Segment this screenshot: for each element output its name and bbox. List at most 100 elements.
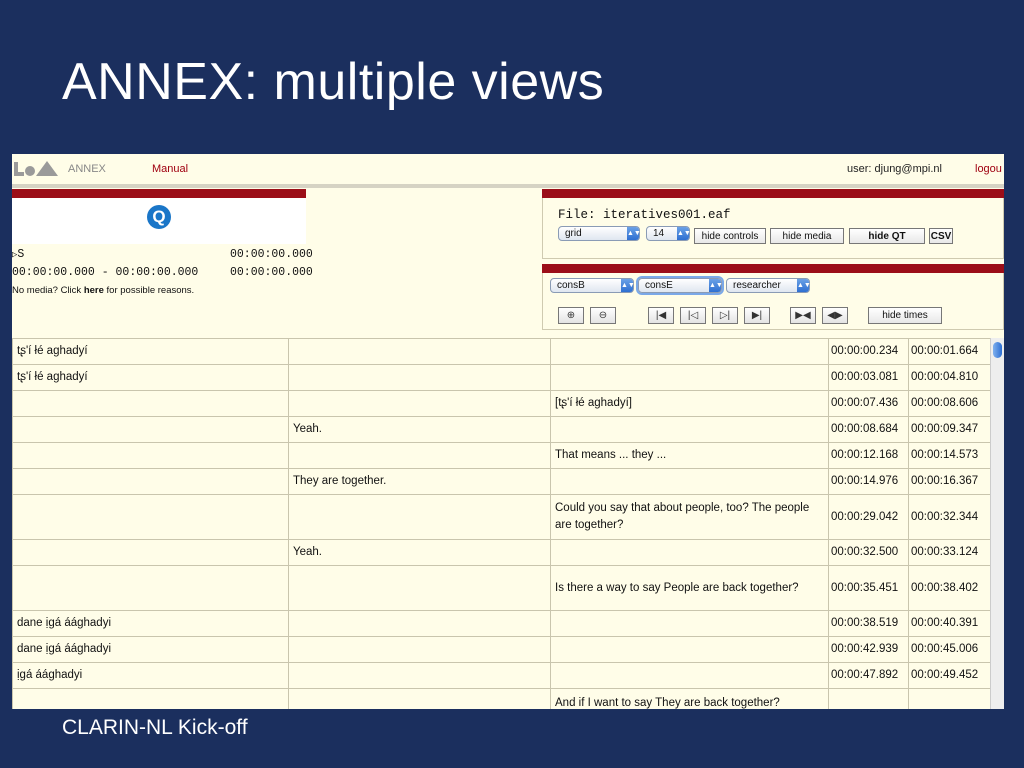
tier-cell[interactable]: ịgá áághadyi [12, 662, 289, 689]
tier-select-2[interactable]: consE ▲▼ [638, 278, 723, 293]
end-time-cell[interactable]: 00:00:38.402 [908, 565, 991, 611]
tier-cell[interactable] [550, 416, 829, 443]
table-row[interactable]: tʂ'í łé aghadyí 00:00:03.081 00:00:04.810 [12, 364, 991, 391]
tier-cell[interactable] [550, 610, 829, 637]
start-time-cell[interactable]: 00:00:08.684 [828, 416, 909, 443]
tier-cell[interactable] [550, 364, 829, 391]
tier-cell[interactable] [12, 539, 289, 566]
table-row[interactable]: Yeah. 00:00:08.684 00:00:09.347 [12, 416, 991, 443]
end-time-cell[interactable]: 00:00:33.124 [908, 539, 991, 566]
start-time-cell[interactable]: 00:00:03.081 [828, 364, 909, 391]
tier-cell[interactable] [288, 662, 551, 689]
start-time-cell[interactable]: 00:00:42.939 [828, 636, 909, 663]
step-back-icon[interactable]: |◁ [680, 307, 706, 324]
view-select[interactable]: grid ▲▼ [558, 226, 641, 241]
next-segment-icon[interactable]: ◀▶ [822, 307, 848, 324]
tier-cell[interactable]: dane ịgá áághadyi [12, 610, 289, 637]
step-forward-icon[interactable]: ▷| [712, 307, 738, 324]
no-media-here-link[interactable]: here [84, 285, 104, 296]
tier-cell[interactable] [288, 565, 551, 611]
table-row[interactable]: ịgá áághadyi 00:00:47.892 00:00:49.452 [12, 662, 991, 689]
end-time-cell[interactable]: 00:00:14.573 [908, 442, 991, 469]
tier-cell[interactable] [288, 442, 551, 469]
start-time-cell[interactable]: 00:00:14.976 [828, 468, 909, 495]
tier-cell[interactable]: Yeah. [288, 416, 551, 443]
prev-segment-icon[interactable]: ▶◀ [790, 307, 816, 324]
end-time-cell[interactable]: 00:00:01.664 [908, 338, 991, 365]
tier-cell[interactable] [288, 688, 551, 709]
zoom-out-icon[interactable]: ⊖ [590, 307, 616, 324]
tier-cell[interactable] [12, 565, 289, 611]
table-row[interactable]: tʂ'í łé aghadyí 00:00:00.234 00:00:01.664 [12, 338, 991, 365]
table-row[interactable]: Could you say that about people, too? Th… [12, 494, 991, 540]
tier-cell[interactable]: Is there a way to say People are back to… [550, 565, 829, 611]
tier-cell[interactable]: tʂ'í łé aghadyí [12, 364, 289, 391]
tier-cell[interactable] [12, 390, 289, 417]
tier-cell[interactable] [288, 636, 551, 663]
start-time-cell[interactable]: 00:00:29.042 [828, 494, 909, 540]
start-time-cell[interactable]: 00:00:38.519 [828, 610, 909, 637]
table-row[interactable]: Yeah. 00:00:32.500 00:00:33.124 [12, 539, 991, 566]
manual-link[interactable]: Manual [152, 163, 188, 175]
table-row[interactable]: That means ... they ... 00:00:12.168 00:00… [12, 442, 991, 469]
go-end-icon[interactable]: ▶| [744, 307, 770, 324]
table-row[interactable]: Is there a way to say People are back to… [12, 565, 991, 611]
end-time-cell[interactable]: 00:00:16.367 [908, 468, 991, 495]
hide-media-button[interactable]: hide media [770, 228, 844, 244]
start-time-cell[interactable]: 00:00:00.234 [828, 338, 909, 365]
start-time-cell[interactable]: 00:00:47.892 [828, 662, 909, 689]
tier-cell[interactable]: They are together. [288, 468, 551, 495]
tier-cell[interactable] [550, 468, 829, 495]
tier-cell[interactable] [12, 442, 289, 469]
tier-cell[interactable]: [tʂ'í łé aghadyí] [550, 390, 829, 417]
hide-controls-button[interactable]: hide controls [694, 228, 766, 244]
play-control[interactable]: ▷S [12, 248, 24, 261]
end-time-cell[interactable]: 00:00:08.606 [908, 390, 991, 417]
tier-cell[interactable] [12, 468, 289, 495]
start-time-cell[interactable]: 00:00:32.500 [828, 539, 909, 566]
hide-qt-button[interactable]: hide QT [849, 228, 925, 244]
end-time-cell[interactable]: 00:00:09.347 [908, 416, 991, 443]
start-time-cell[interactable] [828, 688, 909, 709]
tier-cell[interactable] [550, 636, 829, 663]
table-row[interactable]: They are together. 00:00:14.976 00:00:16.3… [12, 468, 991, 495]
tier-cell[interactable] [288, 364, 551, 391]
font-size-select[interactable]: 14 ▲▼ [646, 226, 691, 241]
tier-cell[interactable] [550, 539, 829, 566]
tier-select-3[interactable]: researcher ▲▼ [726, 278, 811, 293]
logout-link[interactable]: logou [975, 163, 1002, 175]
end-time-cell[interactable]: 00:00:45.006 [908, 636, 991, 663]
hide-times-button[interactable]: hide times [868, 307, 942, 324]
csv-button[interactable]: CSV [929, 228, 953, 244]
tier-cell[interactable]: Yeah. [288, 539, 551, 566]
end-time-cell[interactable]: 00:00:04.810 [908, 364, 991, 391]
tier-cell[interactable] [12, 688, 289, 709]
scrollbar-thumb[interactable] [993, 342, 1002, 358]
tier-cell[interactable] [288, 610, 551, 637]
tier-cell[interactable] [550, 662, 829, 689]
end-time-cell[interactable]: 00:00:49.452 [908, 662, 991, 689]
tier-cell[interactable] [12, 494, 289, 540]
table-row[interactable]: dane ịgá áághadyi 00:00:38.519 00:00:40.39… [12, 610, 991, 637]
tier-cell[interactable] [288, 338, 551, 365]
tier-cell[interactable] [550, 338, 829, 365]
tier-cell[interactable]: And if I want to say They are back toget… [550, 688, 829, 709]
start-time-cell[interactable]: 00:00:07.436 [828, 390, 909, 417]
end-time-cell[interactable]: 00:00:40.391 [908, 610, 991, 637]
tier-cell[interactable]: tʂ'í łé aghadyí [12, 338, 289, 365]
end-time-cell[interactable]: 00:00:32.344 [908, 494, 991, 540]
zoom-in-icon[interactable]: ⊕ [558, 307, 584, 324]
tier-cell[interactable]: That means ... they ... [550, 442, 829, 469]
table-row[interactable]: dane ịgá áághadyi 00:00:42.939 00:00:45.00… [12, 636, 991, 663]
table-row[interactable]: [tʂ'í łé aghadyí] 00:00:07.436 00:00:08.60… [12, 390, 991, 417]
start-time-cell[interactable]: 00:00:35.451 [828, 565, 909, 611]
end-time-cell[interactable] [908, 688, 991, 709]
grid-scrollbar[interactable] [990, 338, 1004, 709]
tier-cell[interactable] [288, 494, 551, 540]
table-row[interactable]: And if I want to say They are back toget… [12, 688, 991, 709]
tier-cell[interactable] [288, 390, 551, 417]
tier-cell[interactable]: Could you say that about people, too? Th… [550, 494, 829, 540]
tier-select-1[interactable]: consB ▲▼ [550, 278, 635, 293]
go-begin-icon[interactable]: |◀ [648, 307, 674, 324]
start-time-cell[interactable]: 00:00:12.168 [828, 442, 909, 469]
